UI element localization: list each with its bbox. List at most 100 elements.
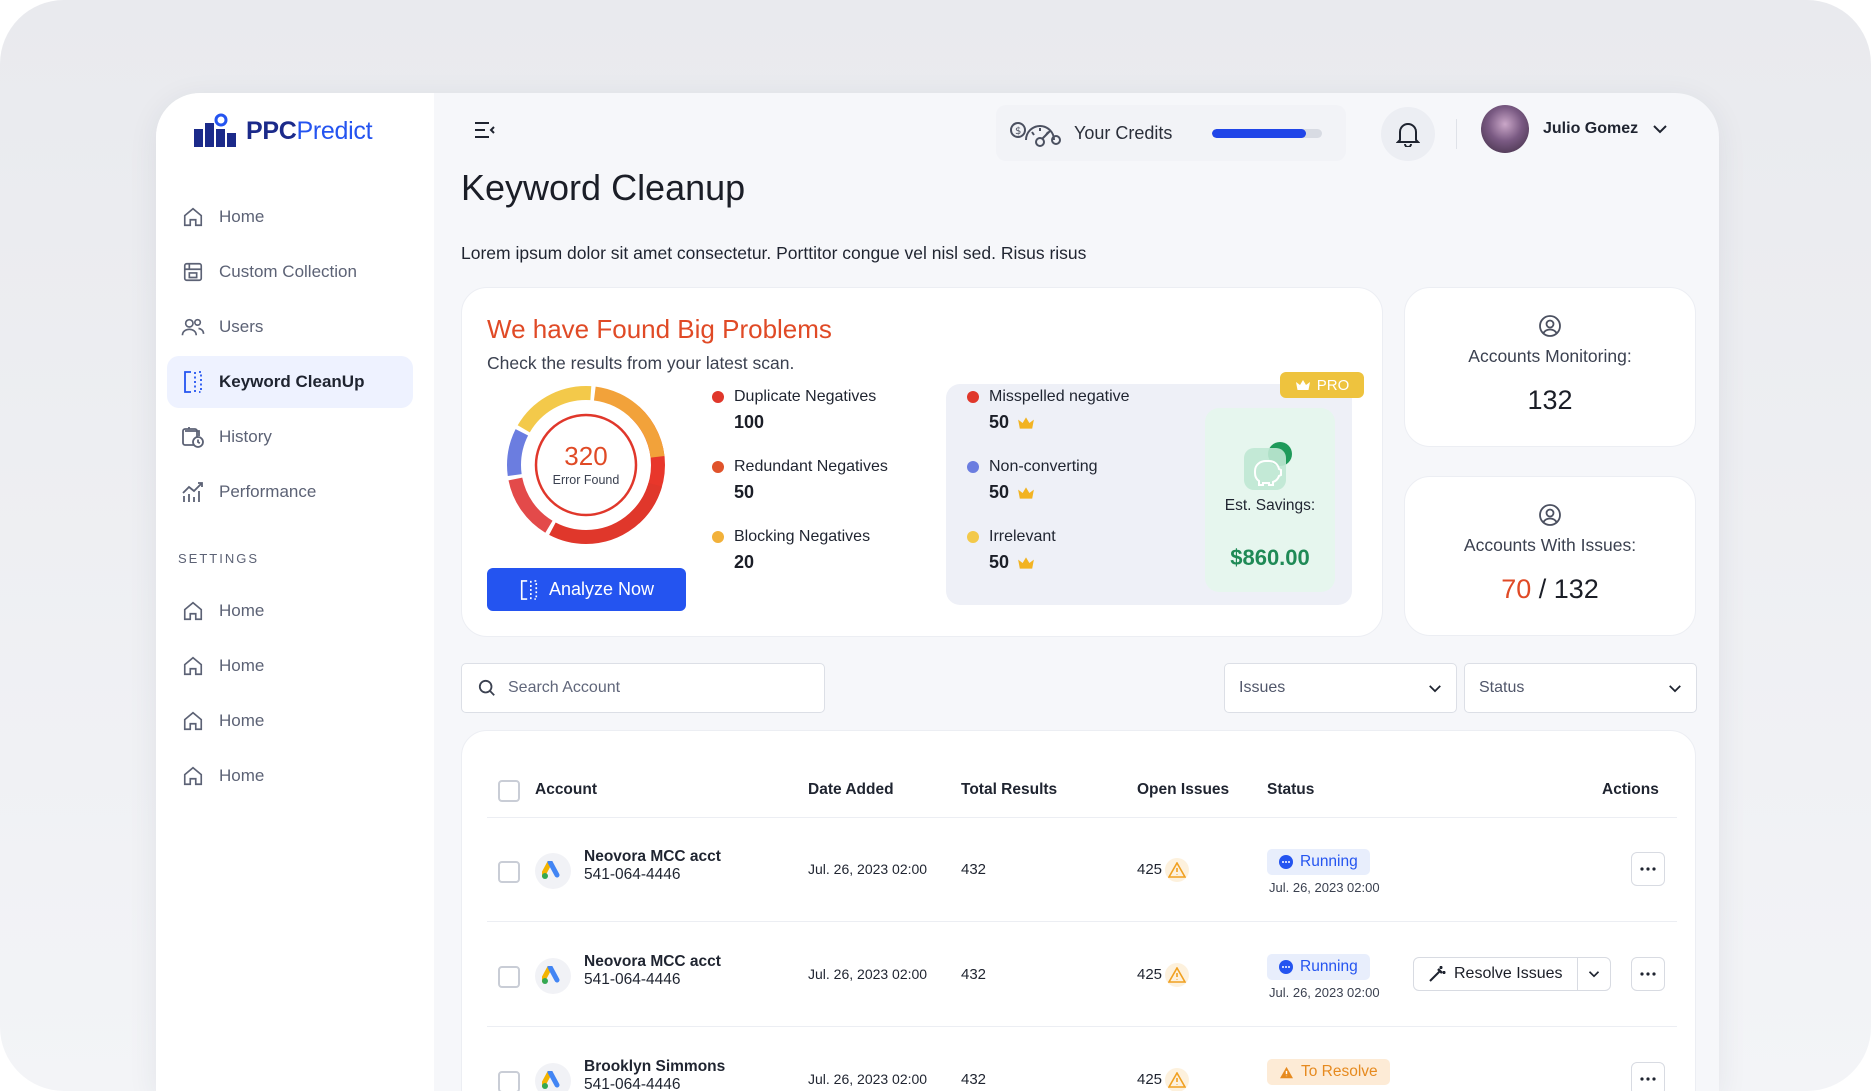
stat-value: 50 <box>989 552 1010 572</box>
status-dot <box>712 531 724 543</box>
notifications-button[interactable] <box>1381 107 1435 161</box>
status-dot <box>967 461 979 473</box>
google-ads-icon <box>535 853 571 889</box>
sidebar-item-keyword-cleanup[interactable]: Keyword CleanUp <box>167 356 413 408</box>
credits-progress-bar <box>1212 128 1323 138</box>
analyze-now-label: Analyze Now <box>548 579 655 599</box>
account-name[interactable]: Neovora MCC acct <box>584 953 721 971</box>
resolve-issues-split-button: Resolve Issues <box>1413 957 1611 991</box>
analyze-now-button[interactable]: Analyze Now <box>487 568 686 611</box>
page-subtitle: Lorem ipsum dolor sit amet consectetur. … <box>461 243 1087 263</box>
sidebar-item-custom-collection[interactable]: Custom Collection <box>167 246 413 298</box>
savings-value: $860.00 <box>1230 545 1310 570</box>
stat-label: Duplicate Negatives <box>734 388 877 405</box>
account-number: 541-064-4446 <box>584 866 681 883</box>
logo[interactable]: PPCPredict <box>194 113 373 149</box>
status-date: Jul. 26, 2023 02:00 <box>1269 880 1380 895</box>
account-number: 541-064-4446 <box>584 971 681 988</box>
sidebar-item-users[interactable]: Users <box>167 301 413 353</box>
chevron-down-icon <box>1429 684 1441 692</box>
avatar <box>1481 105 1529 153</box>
status-select[interactable]: Status <box>1464 663 1697 713</box>
column-header-total[interactable]: Total Results <box>961 781 1057 799</box>
credits-widget[interactable]: $ Your Credits <box>996 105 1346 161</box>
sidebar-item-label: Home <box>219 656 265 675</box>
topbar-divider <box>1456 119 1457 149</box>
row-more-button[interactable] <box>1631 852 1665 886</box>
status-badge-label: To Resolve <box>1301 1063 1378 1080</box>
account-name[interactable]: Brooklyn Simmons <box>584 1058 725 1076</box>
more-circle-icon <box>1279 855 1293 869</box>
accounts-with-issues-card: Accounts With Issues: 70 / 132 <box>1404 476 1696 636</box>
credits-gauge-icon: $ <box>1010 122 1061 147</box>
status-dot <box>967 391 979 403</box>
warning-icon <box>1165 963 1189 987</box>
search-input[interactable] <box>508 679 788 697</box>
user-circle-icon <box>1539 315 1561 337</box>
resolve-options-button[interactable] <box>1578 958 1610 990</box>
issues-count: 70 <box>1501 574 1532 604</box>
sidebar: PPCPredict Home Custom Collection Users <box>156 93 434 1091</box>
issues-label: Accounts With Issues: <box>1463 535 1637 555</box>
open-issues: 425 <box>1137 966 1163 983</box>
problems-subtitle: Check the results from your latest scan. <box>487 353 795 373</box>
settings-section-label: SETTINGS <box>178 551 260 566</box>
row-divider <box>487 1026 1677 1027</box>
menu-toggle-button[interactable] <box>470 115 500 145</box>
sidebar-item-history[interactable]: History <box>167 411 413 463</box>
status-dot <box>712 391 724 403</box>
status-badge: To Resolve <box>1267 1059 1390 1085</box>
stat-blocking-negatives: Blocking Negatives 20 <box>712 528 870 573</box>
pro-badge-label: PRO <box>1316 376 1350 394</box>
stat-label: Misspelled negative <box>989 388 1130 405</box>
resolve-issues-button[interactable]: Resolve Issues <box>1414 958 1578 990</box>
resolve-issues-label: Resolve Issues <box>1454 965 1563 982</box>
user-menu[interactable]: Julio Gomez <box>1481 105 1668 153</box>
row-checkbox[interactable] <box>498 1071 520 1091</box>
settings-item-home[interactable]: Home <box>167 640 413 692</box>
pro-badge: PRO <box>1280 372 1364 398</box>
monitoring-label: Accounts Monitoring: <box>1468 346 1632 366</box>
sidebar-item-label: Home <box>219 766 265 785</box>
column-header-open-issues[interactable]: Open Issues <box>1137 781 1229 799</box>
accounts-monitoring-card: Accounts Monitoring: 132 <box>1404 287 1696 447</box>
sidebar-item-performance[interactable]: Performance <box>167 466 413 518</box>
column-header-status[interactable]: Status <box>1267 781 1314 799</box>
svg-text:$: $ <box>1015 126 1021 137</box>
stat-irrelevant: Irrelevant 50 <box>967 528 1056 573</box>
issues-select-label: Issues <box>1239 679 1286 696</box>
sidebar-item-label: Home <box>219 207 265 226</box>
open-issues: 425 <box>1137 861 1163 878</box>
settings-item-home[interactable]: Home <box>167 585 413 637</box>
home-icon <box>181 599 205 623</box>
sidebar-item-home[interactable]: Home <box>167 191 413 243</box>
settings-item-home[interactable]: Home <box>167 695 413 747</box>
stat-value: 50 <box>989 482 1010 502</box>
select-all-checkbox[interactable] <box>498 780 520 802</box>
warning-icon <box>1165 858 1189 882</box>
stat-value: 50 <box>734 482 755 502</box>
status-badge-label: Running <box>1300 853 1358 870</box>
settings-item-home[interactable]: Home <box>167 750 413 802</box>
column-header-account[interactable]: Account <box>535 781 597 799</box>
accounts-table: Account Date Added Total Results Open Is… <box>461 730 1696 1091</box>
account-name[interactable]: Neovora MCC acct <box>584 848 721 866</box>
page-title: Keyword Cleanup <box>461 167 746 208</box>
error-label: Error Found <box>552 473 620 487</box>
issues-separator: / <box>1531 574 1554 604</box>
status-badge: Running <box>1267 954 1370 980</box>
row-more-button[interactable] <box>1631 1062 1665 1091</box>
issues-select[interactable]: Issues <box>1224 663 1457 713</box>
home-icon <box>181 764 205 788</box>
sidebar-item-label: Home <box>219 601 265 620</box>
row-checkbox[interactable] <box>498 966 520 988</box>
logo-text: PPCPredict <box>246 116 373 145</box>
row-more-button[interactable] <box>1631 957 1665 991</box>
stat-label: Redundant Negatives <box>734 458 888 475</box>
user-circle-icon <box>1539 504 1561 526</box>
more-horizontal-icon <box>1640 1077 1656 1081</box>
status-dot <box>967 531 979 543</box>
row-checkbox[interactable] <box>498 861 520 883</box>
column-header-date[interactable]: Date Added <box>808 781 894 799</box>
sidebar-item-label: Users <box>219 317 264 336</box>
